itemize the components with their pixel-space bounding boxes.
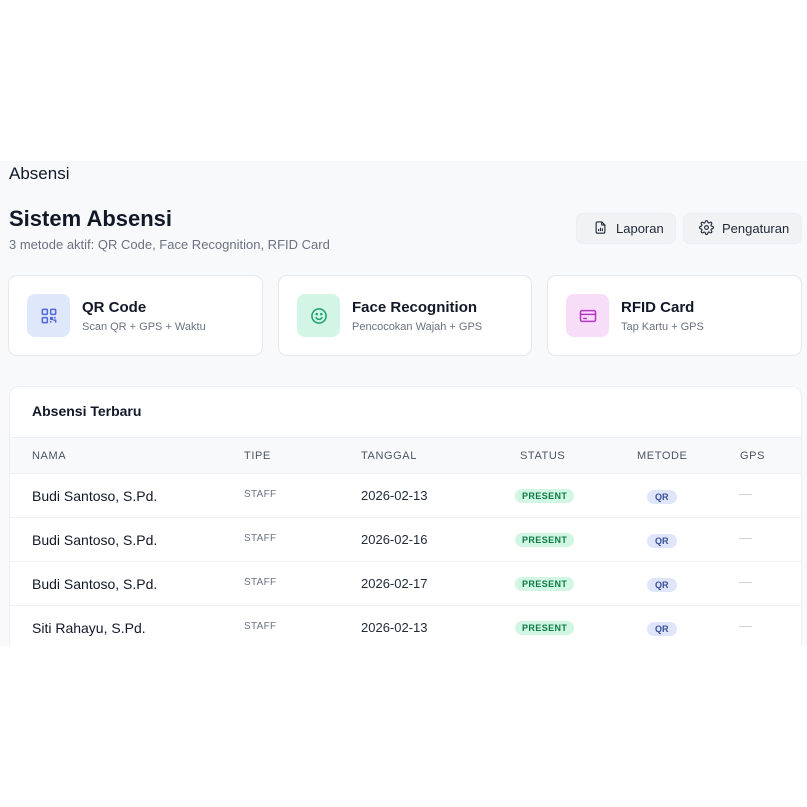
cell-name: Budi Santoso, S.Pd. [32, 576, 158, 592]
page-title: Sistem Absensi [9, 206, 173, 231]
method-badge: QR [647, 578, 677, 592]
cell-gps: — [739, 618, 752, 633]
method-description: Pencocokan Wajah + GPS [352, 320, 483, 333]
report-button-label: Laporan [616, 221, 664, 236]
status-badge: PRESENT [515, 621, 575, 635]
page-subtitle: 3 metode aktif: QR Code, Face Recognitio… [9, 237, 330, 252]
table-row[interactable]: Budi Santoso, S.Pd. STAFF 2026-02-16 PRE… [10, 518, 801, 562]
gear-icon [699, 219, 714, 238]
method-badge: QR [647, 534, 677, 548]
cell-gps: — [739, 530, 752, 545]
settings-button[interactable]: Pengaturan [683, 213, 802, 244]
cell-date: 2026-02-13 [361, 488, 428, 503]
cell-type: STAFF [244, 533, 277, 544]
qr-code-icon [27, 294, 70, 337]
status-badge: PRESENT [515, 533, 575, 547]
method-badge: QR [647, 622, 677, 636]
cell-name: Siti Rahayu, S.Pd. [32, 620, 146, 636]
cell-date: 2026-02-16 [361, 532, 428, 547]
table-header: NAMA TIPE TANGGAL STATUS METODE GPS [10, 437, 801, 474]
column-header-name: NAMA [32, 450, 67, 462]
table-row[interactable]: Budi Santoso, S.Pd. STAFF 2026-02-17 PRE… [10, 562, 801, 606]
status-badge: PRESENT [515, 577, 575, 591]
cell-type: STAFF [244, 489, 277, 500]
cell-date: 2026-02-13 [361, 620, 428, 635]
method-title: RFID Card [621, 298, 695, 316]
smile-face-icon [297, 294, 340, 337]
cell-date: 2026-02-17 [361, 576, 428, 591]
cell-name: Budi Santoso, S.Pd. [32, 488, 158, 504]
method-description: Tap Kartu + GPS [621, 320, 704, 333]
column-header-gps: GPS [740, 450, 766, 462]
column-header-date: TANGGAL [361, 450, 417, 462]
cell-type: STAFF [244, 577, 277, 588]
method-badge: QR [647, 490, 677, 504]
app-window: Absensi Sistem Absensi 3 metode aktif: Q… [0, 161, 807, 646]
method-card-face-recognition[interactable]: Face Recognition Pencocokan Wajah + GPS [278, 275, 532, 356]
method-title: Face Recognition [352, 298, 478, 316]
credit-card-icon [566, 294, 609, 337]
column-header-type: TIPE [244, 450, 271, 462]
method-title: QR Code [82, 298, 147, 316]
panel-title: Absensi Terbaru [32, 403, 142, 419]
method-card-rfid-card[interactable]: RFID Card Tap Kartu + GPS [547, 275, 802, 356]
table-row[interactable]: Budi Santoso, S.Pd. STAFF 2026-02-13 PRE… [10, 474, 801, 518]
report-button[interactable]: Laporan [576, 213, 676, 244]
document-report-icon [593, 220, 608, 238]
column-header-method: METODE [637, 450, 688, 462]
table-row[interactable]: Siti Rahayu, S.Pd. STAFF 2026-02-13 PRES… [10, 606, 801, 646]
method-card-qr-code[interactable]: QR Code Scan QR + GPS + Waktu [8, 275, 263, 356]
page-heading: Absensi [9, 164, 70, 183]
cell-type: STAFF [244, 621, 277, 632]
status-badge: PRESENT [515, 489, 575, 503]
cell-name: Budi Santoso, S.Pd. [32, 532, 158, 548]
recent-attendance-panel: Absensi Terbaru NAMA TIPE TANGGAL STATUS… [9, 386, 802, 646]
settings-button-label: Pengaturan [722, 221, 790, 236]
column-header-status: STATUS [520, 450, 566, 462]
cell-gps: — [739, 486, 752, 501]
method-description: Scan QR + GPS + Waktu [82, 320, 206, 333]
cell-gps: — [739, 574, 752, 589]
